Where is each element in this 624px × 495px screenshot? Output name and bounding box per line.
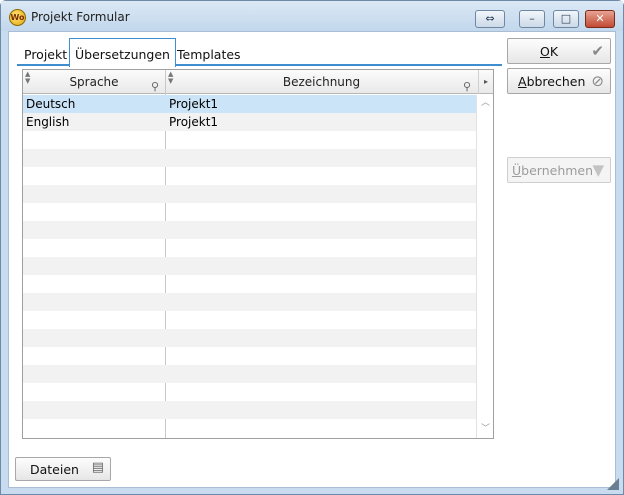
cell-sprache[interactable]: Deutsch <box>23 95 165 113</box>
table-row[interactable] <box>23 365 476 383</box>
checkmark-icon: ✔ <box>591 42 604 60</box>
grid-header: ▲ ▼ Sprache ⚲ ▲ ▼ Bezeichnung ⚲ ▸ <box>23 70 493 94</box>
sort-icon[interactable]: ▲ ▼ <box>168 71 173 85</box>
sort-icon[interactable]: ▲ ▼ <box>25 71 30 85</box>
table-row[interactable]: English Projekt1 <box>23 113 476 131</box>
column-header-bezeichnung[interactable]: ▲ ▼ Bezeichnung ⚲ <box>166 70 477 94</box>
tab-projekt[interactable]: Projekt <box>19 44 72 66</box>
scroll-up-icon[interactable]: ︿ <box>477 95 493 112</box>
app-icon: Wo <box>9 9 26 26</box>
close-button[interactable]: ✕ <box>585 10 615 28</box>
table-row[interactable] <box>23 185 476 203</box>
table-row[interactable] <box>23 419 476 437</box>
tab-strip: Projekt Übersetzungen Templates <box>17 38 502 67</box>
maximize-button[interactable]: □ <box>553 10 579 28</box>
table-row[interactable] <box>23 149 476 167</box>
triangle-down-icon: ▼ <box>592 161 604 179</box>
tab-templates[interactable]: Templates <box>172 44 246 66</box>
ok-mnemonic: O <box>540 44 550 59</box>
table-row[interactable] <box>23 167 476 185</box>
grid-rows: Deutsch Projekt1 English Projekt1 <box>23 95 476 437</box>
cancel-button[interactable]: Abbrechen ⊘ <box>507 68 611 94</box>
cancel-label: bbrechen <box>526 74 586 89</box>
scroll-down-icon[interactable]: ﹀ <box>477 421 493 438</box>
table-row[interactable] <box>23 329 476 347</box>
files-label: Dateien <box>30 462 79 477</box>
table-row[interactable] <box>23 383 476 401</box>
ok-label: K <box>549 44 559 59</box>
apply-mnemonic: Ü <box>512 163 522 178</box>
titlebar[interactable]: Wo Projekt Formular ⇔ – □ ✕ <box>1 1 623 31</box>
apply-label: bernehmen <box>521 163 594 178</box>
cell-bezeichnung[interactable]: Projekt1 <box>166 113 476 131</box>
table-row[interactable] <box>23 311 476 329</box>
files-icon: ▤ <box>91 460 104 475</box>
apply-button[interactable]: Übernehmen ▼ <box>507 157 611 183</box>
tab-uebersetzungen[interactable]: Übersetzungen <box>69 38 176 67</box>
table-row[interactable] <box>23 275 476 293</box>
cancel-mnemonic: A <box>518 74 527 89</box>
table-row[interactable] <box>23 221 476 239</box>
scroll-right-icon[interactable]: ▸ <box>478 70 493 94</box>
files-button[interactable]: Dateien ▤ <box>15 457 111 481</box>
cell-sprache[interactable]: English <box>23 113 165 131</box>
restore-layout-button[interactable]: ⇔ <box>475 10 505 28</box>
window-title: Projekt Formular <box>31 10 130 24</box>
table-row[interactable] <box>23 257 476 275</box>
translations-grid[interactable]: ▲ ▼ Sprache ⚲ ▲ ▼ Bezeichnung ⚲ ▸ Deutsch P… <box>22 69 494 439</box>
table-row[interactable] <box>23 347 476 365</box>
resize-grip-icon[interactable] <box>607 478 619 490</box>
table-row[interactable] <box>23 203 476 221</box>
form-body: Projekt Übersetzungen Templates ▲ ▼ Sprac… <box>8 31 616 488</box>
minimize-button[interactable]: – <box>519 10 545 28</box>
window: Wo Projekt Formular ⇔ – □ ✕ Projekt Über… <box>0 0 624 495</box>
table-row[interactable]: Deutsch Projekt1 <box>23 95 476 113</box>
table-row[interactable] <box>23 293 476 311</box>
column-header-sprache[interactable]: ▲ ▼ Sprache ⚲ <box>23 70 165 94</box>
cell-bezeichnung[interactable]: Projekt1 <box>166 95 476 113</box>
table-row[interactable] <box>23 401 476 419</box>
table-row[interactable] <box>23 131 476 149</box>
cancel-icon: ⊘ <box>591 72 604 90</box>
table-row[interactable] <box>23 239 476 257</box>
ok-button[interactable]: OK ✔ <box>507 38 611 64</box>
vertical-scrollbar[interactable]: ︿ ﹀ <box>476 95 493 438</box>
